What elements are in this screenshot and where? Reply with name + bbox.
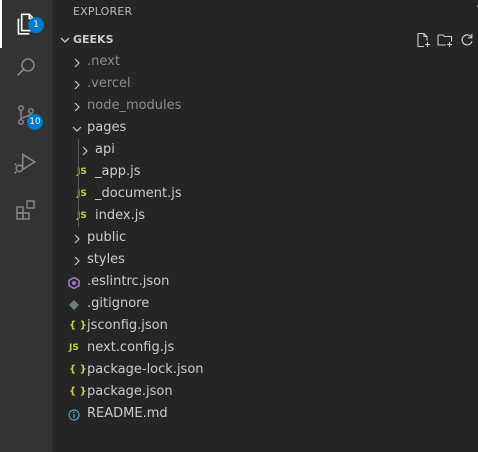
run-debug-activity-button[interactable] xyxy=(0,139,52,187)
item-label: jsconfig.json xyxy=(87,318,168,333)
item-label: .next xyxy=(87,54,120,69)
file-item[interactable]: .gitignore xyxy=(53,293,478,315)
file-item[interactable]: JS next.config.js xyxy=(53,337,478,359)
search-icon xyxy=(16,58,35,77)
new-file-button[interactable] xyxy=(414,31,432,49)
item-label: api xyxy=(95,142,115,157)
workspace-name: GEEKS xyxy=(73,33,114,46)
eslint-icon xyxy=(68,277,80,289)
refresh-icon xyxy=(461,34,473,46)
folder-item[interactable]: api xyxy=(53,139,478,161)
item-label: node_modules xyxy=(87,98,182,113)
new-folder-icon xyxy=(437,34,453,47)
file-item[interactable]: { } package.json xyxy=(53,381,478,403)
file-item[interactable]: JS _app.js xyxy=(53,161,478,183)
chevron-right-icon xyxy=(74,102,80,112)
chevron-right-icon xyxy=(74,58,80,68)
extensions-icon xyxy=(16,200,35,220)
item-label: next.config.js xyxy=(87,340,175,355)
file-item[interactable]: { } package-lock.json xyxy=(53,359,478,381)
item-label: pages xyxy=(87,120,127,135)
item-label: .vercel xyxy=(87,76,131,91)
chevron-right-icon xyxy=(82,146,88,156)
folder-item[interactable]: .next xyxy=(53,51,478,73)
javascript-file-icon: JS xyxy=(69,343,79,353)
folder-item[interactable]: styles xyxy=(53,249,478,271)
chevron-down-icon xyxy=(60,37,70,43)
item-label: .eslintrc.json xyxy=(87,274,170,289)
json-file-icon: { } xyxy=(69,386,87,397)
explorer-activity-button[interactable]: 1 xyxy=(0,0,52,48)
explorer-sidebar: EXPLORER · GEEKS . xyxy=(53,0,478,452)
refresh-button[interactable] xyxy=(458,31,476,49)
item-label: index.js xyxy=(95,208,146,223)
git-icon xyxy=(69,300,79,310)
item-label: _document.js xyxy=(95,186,182,201)
chevron-right-icon xyxy=(74,234,80,244)
file-item[interactable]: README.md xyxy=(53,403,478,425)
chevron-down-icon xyxy=(72,126,82,132)
folder-item[interactable]: pages xyxy=(53,117,478,139)
item-label: .gitignore xyxy=(87,296,150,311)
explorer-title: EXPLORER xyxy=(73,5,133,18)
folder-item[interactable]: public xyxy=(53,227,478,249)
item-label: _app.js xyxy=(95,164,141,179)
folder-item[interactable]: node_modules xyxy=(53,95,478,117)
file-item[interactable]: JS _document.js xyxy=(53,183,478,205)
info-icon xyxy=(68,409,80,421)
run-debug-icon xyxy=(14,152,37,174)
item-label: package.json xyxy=(87,384,173,399)
extensions-activity-button[interactable] xyxy=(0,186,52,234)
item-label: package-lock.json xyxy=(87,362,204,377)
activity-bar: 1 10 xyxy=(0,0,53,452)
source-control-badge: 10 xyxy=(27,114,43,130)
item-label: styles xyxy=(87,252,125,267)
folder-item[interactable]: .vercel xyxy=(53,73,478,95)
new-file-icon xyxy=(417,32,430,48)
item-label: README.md xyxy=(87,406,168,421)
workspace-section-header[interactable]: GEEKS xyxy=(53,29,478,51)
chevron-right-icon xyxy=(74,80,80,90)
file-item[interactable]: { } jsconfig.json xyxy=(53,315,478,337)
new-folder-button[interactable] xyxy=(436,31,454,49)
chevron-right-icon xyxy=(74,256,80,266)
file-item[interactable]: JS index.js xyxy=(53,205,478,227)
json-file-icon: { } xyxy=(69,364,87,375)
indent-guide xyxy=(78,139,79,227)
source-control-activity-button[interactable]: 10 xyxy=(0,91,52,139)
item-label: public xyxy=(87,230,127,245)
file-item[interactable]: .eslintrc.json xyxy=(53,271,478,293)
search-activity-button[interactable] xyxy=(0,43,52,91)
explorer-badge: 1 xyxy=(28,17,44,33)
active-indicator xyxy=(0,0,2,48)
json-file-icon: { } xyxy=(69,320,87,331)
